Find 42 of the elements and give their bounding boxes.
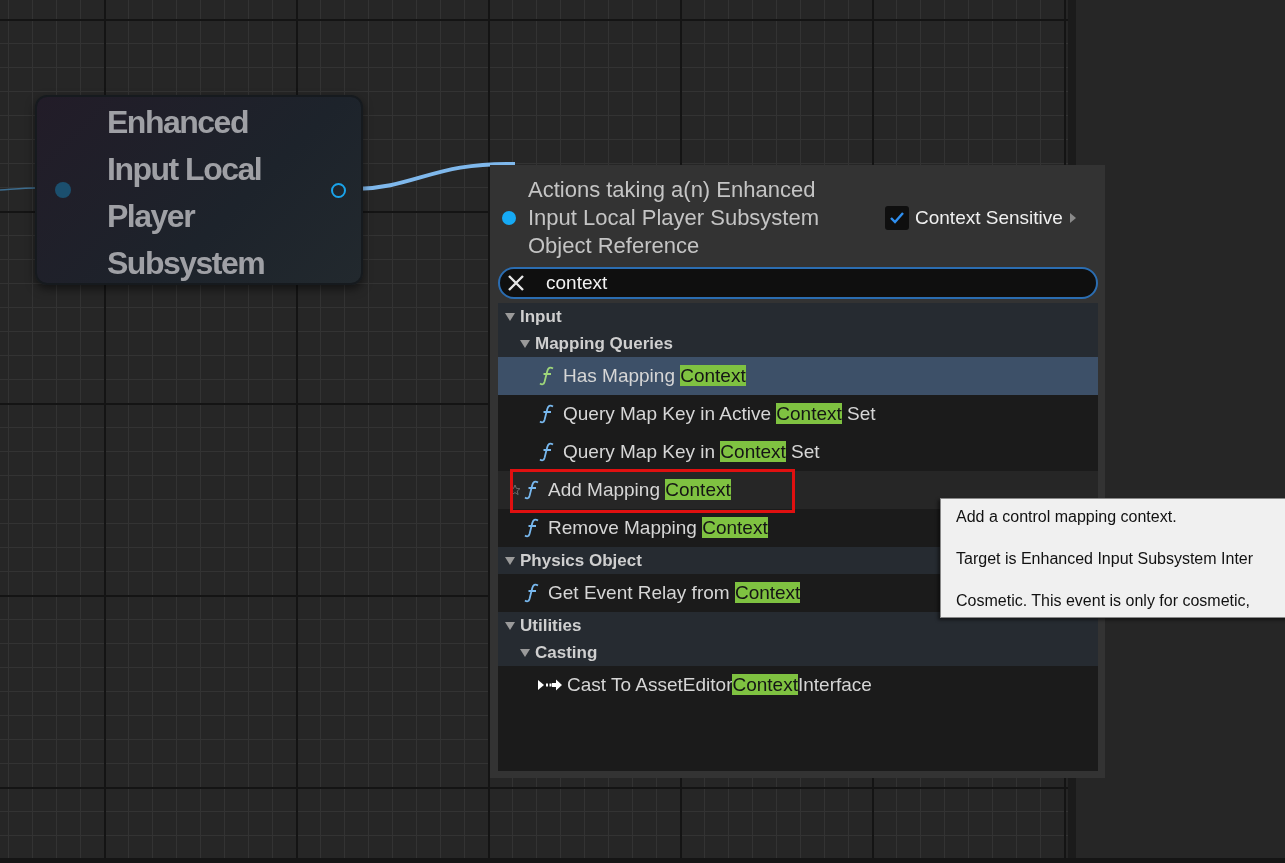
category-label[interactable]: Casting — [535, 642, 598, 663]
wire — [0, 186, 36, 192]
input-pin-icon[interactable] — [55, 182, 71, 198]
action-label: Add Mapping Context — [548, 479, 731, 501]
output-pin-icon[interactable] — [331, 183, 346, 198]
action-label: Query Map Key in Active Context Set — [563, 403, 876, 425]
tooltip-text: Cosmetic. This event is only for cosmetic, — [956, 591, 1252, 611]
category-label[interactable]: Physics Object — [520, 550, 642, 571]
expand-arrow-icon[interactable] — [1068, 211, 1077, 225]
function-icon — [539, 442, 555, 462]
tooltip-text: Target is Enhanced Input Subsystem Inter — [956, 549, 1255, 569]
collapse-arrow-icon[interactable] — [504, 311, 516, 322]
category-label[interactable]: Mapping Queries — [535, 333, 673, 354]
checkbox[interactable] — [885, 206, 909, 230]
collapse-arrow-icon[interactable] — [519, 647, 531, 658]
checkbox-label[interactable]: Context Sensitive — [915, 207, 1063, 229]
action-label: Get Event Relay from Context — [548, 582, 801, 604]
action-label: Query Map Key in Context Set — [563, 441, 820, 463]
action-label: Remove Mapping Context — [548, 517, 768, 539]
menu-title: Actions taking a(n) Enhanced Input Local Player Subsystem Object Reference — [528, 176, 821, 260]
function-icon — [524, 480, 540, 500]
collapse-arrow-icon[interactable] — [504, 555, 516, 566]
function-icon — [524, 583, 540, 603]
tooltip-text: Add a control mapping context. — [956, 507, 1178, 527]
function-icon — [539, 404, 555, 424]
action-item[interactable]: Query Map Key in Active Context Set — [498, 395, 1098, 433]
action-label: Has Mapping Context — [563, 365, 746, 387]
collapse-arrow-icon[interactable] — [519, 338, 531, 349]
category-label[interactable]: Utilities — [520, 615, 582, 636]
action-item[interactable]: Query Map Key in Context Set — [498, 433, 1098, 471]
search-field[interactable]: context — [498, 267, 1098, 299]
collapse-arrow-icon[interactable] — [504, 620, 516, 631]
pin-dot-icon — [502, 211, 516, 225]
close-icon[interactable] — [507, 274, 525, 292]
graph-node[interactable]: Enhanced Input Local Player Subsystem — [35, 95, 363, 285]
node-title: Enhanced Input Local Player Subsystem — [107, 103, 266, 283]
function-icon — [524, 518, 540, 538]
checkmark-icon — [889, 211, 905, 225]
category-label[interactable]: Input — [520, 306, 562, 327]
function-icon — [539, 366, 555, 386]
action-item[interactable]: Has Mapping Context — [498, 357, 1098, 395]
cast-arrow-icon — [537, 678, 563, 692]
